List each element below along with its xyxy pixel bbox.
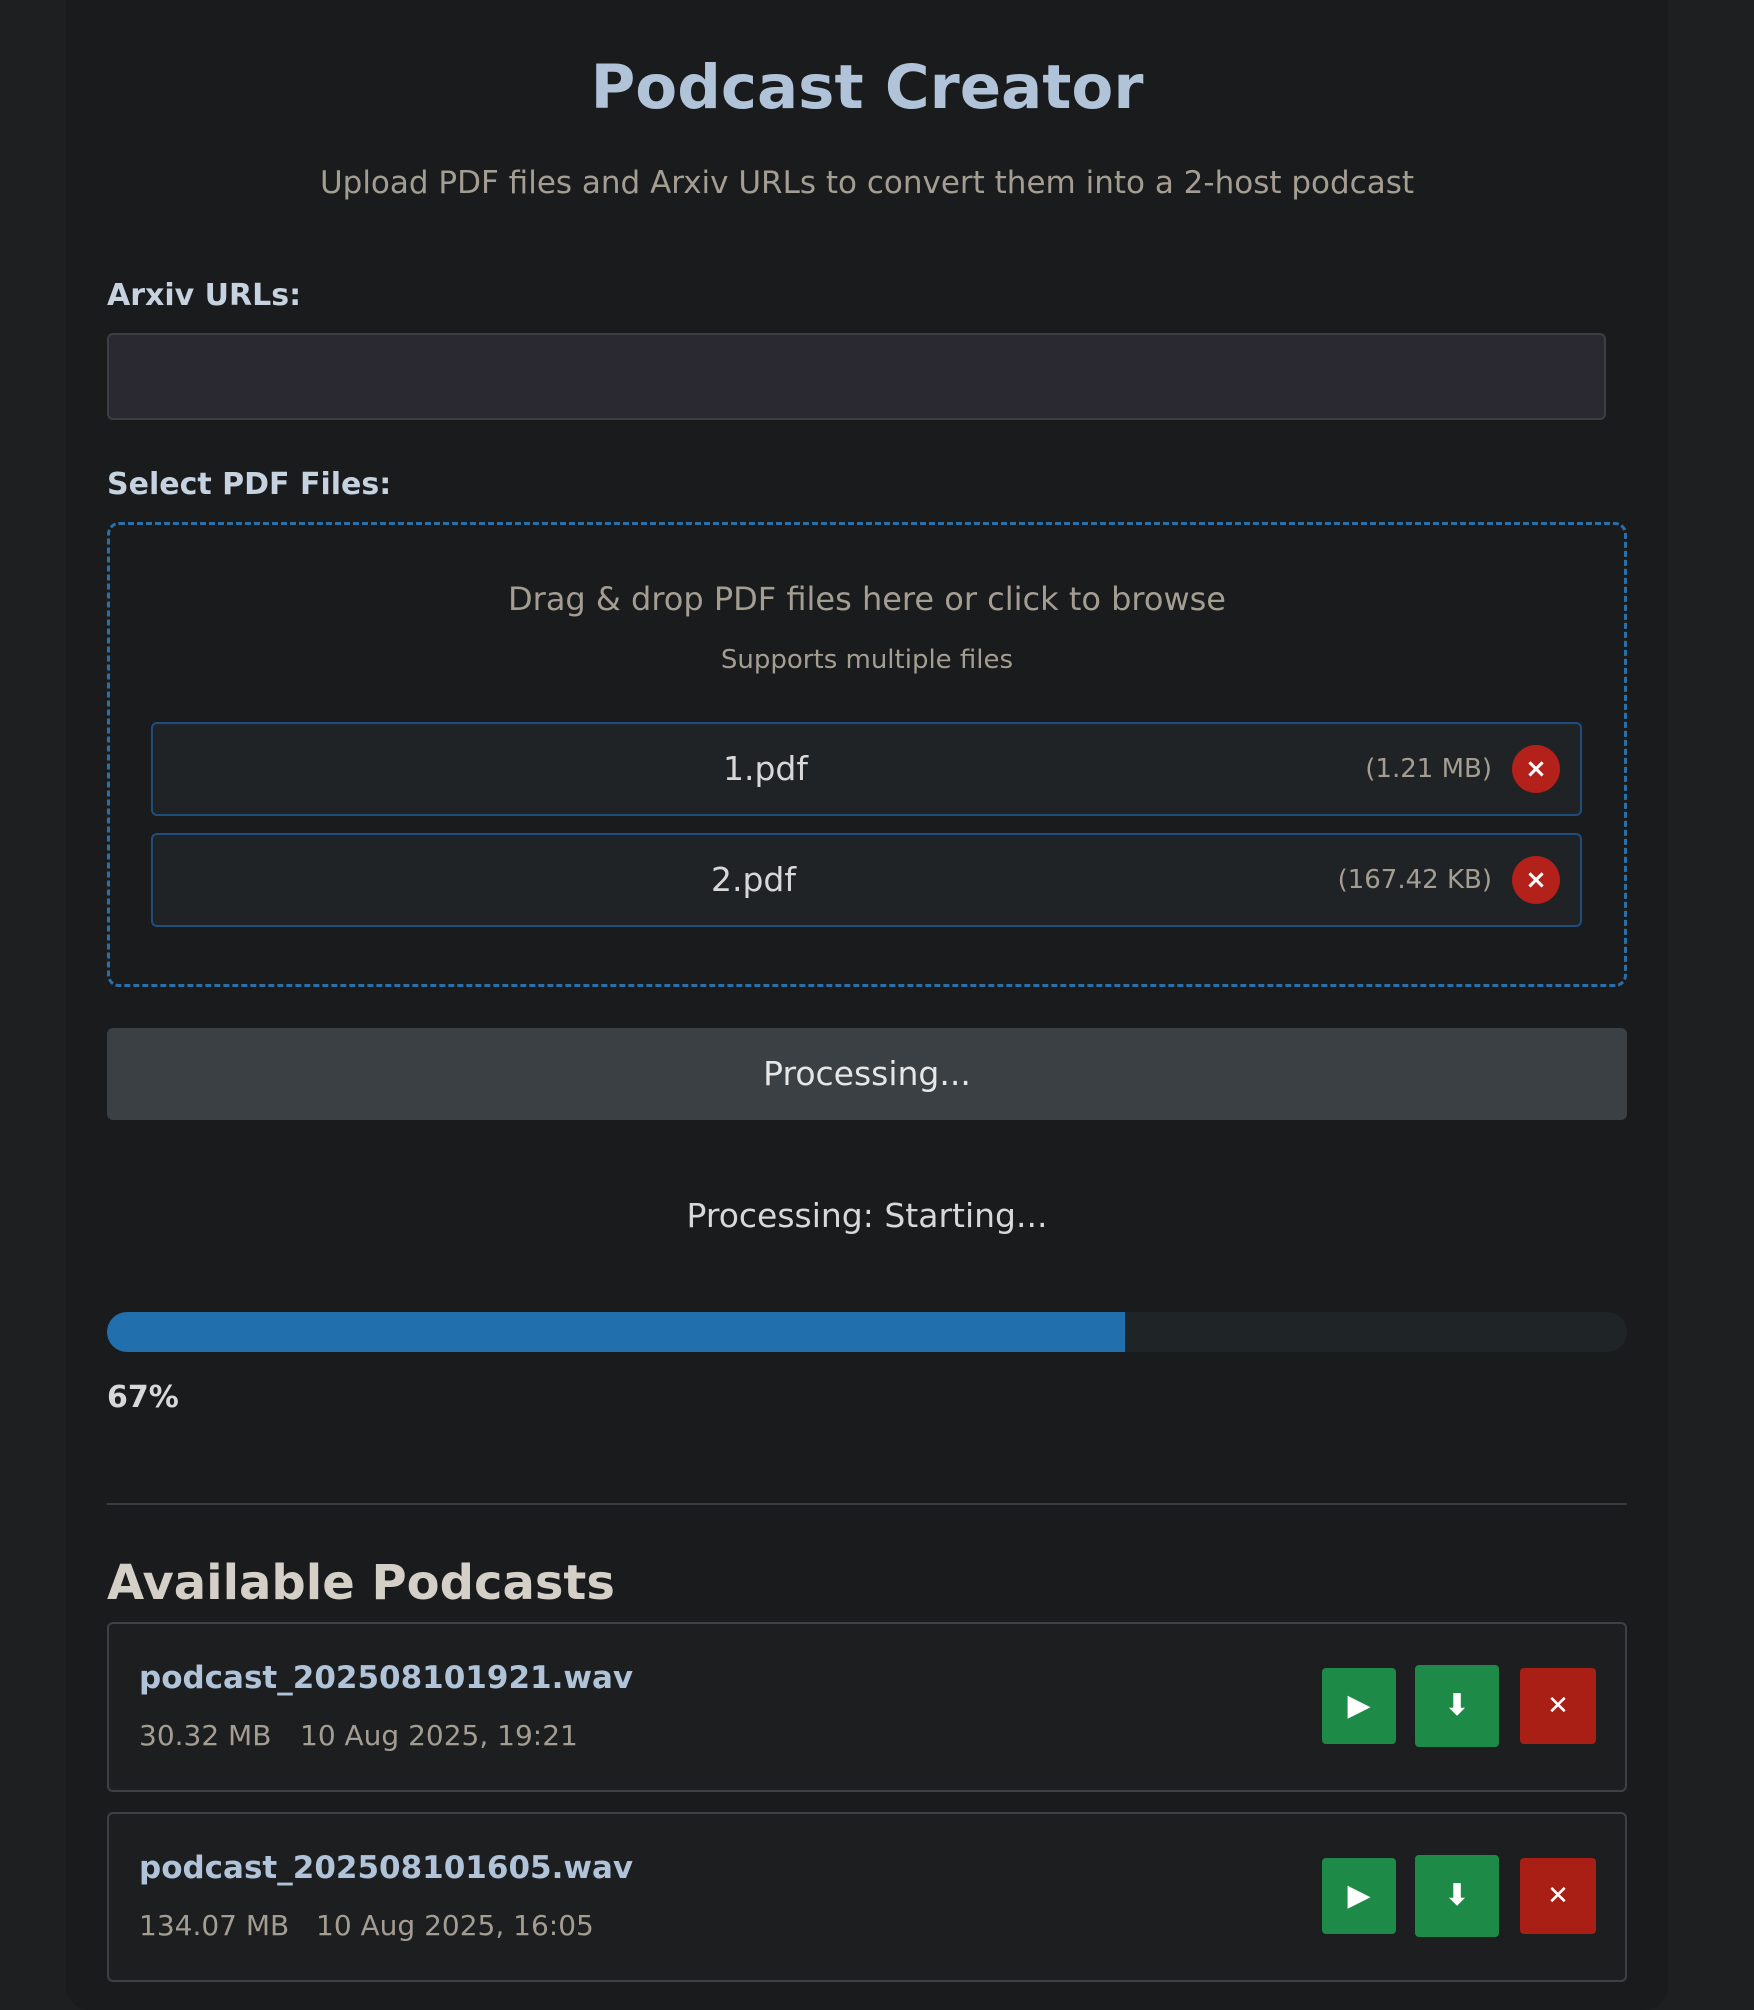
file-size: (1.21 MB): [1365, 754, 1492, 784]
remove-file-button[interactable]: ×: [1512, 856, 1560, 904]
dropzone-subtext: Supports multiple files: [720, 645, 1014, 675]
processing-status: Processing: Starting...: [686, 1196, 1048, 1235]
file-name: 2.pdf: [711, 860, 796, 899]
podcast-date: 10 Aug 2025, 16:05: [316, 1909, 594, 1942]
podcast-name: podcast_202508101921.wav: [139, 1660, 634, 1696]
file-size: (167.42 KB): [1337, 865, 1492, 895]
download-icon: ⬇: [1444, 1878, 1470, 1913]
play-icon: ▶: [1347, 1688, 1371, 1723]
podcast-item: podcast_202508101921.wav 30.32 MB 10 Aug…: [107, 1622, 1627, 1792]
section-divider: [107, 1503, 1627, 1505]
dropzone-instructions: Drag & drop PDF files here or click to b…: [508, 580, 1226, 618]
arxiv-urls-label: Arxiv URLs:: [107, 278, 302, 313]
progress-bar: [107, 1312, 1627, 1352]
delete-button[interactable]: ✕: [1520, 1858, 1596, 1934]
download-button[interactable]: ⬇: [1415, 1855, 1499, 1937]
download-icon: ⬇: [1444, 1688, 1470, 1723]
download-button[interactable]: ⬇: [1415, 1665, 1499, 1747]
podcast-size: 134.07 MB: [139, 1909, 290, 1942]
page-title: Podcast Creator: [590, 52, 1144, 123]
delete-icon: ✕: [1547, 1691, 1569, 1721]
podcast-item: podcast_202508101605.wav 134.07 MB 10 Au…: [107, 1812, 1627, 1982]
play-button[interactable]: ▶: [1322, 1858, 1396, 1934]
podcast-size: 30.32 MB: [139, 1719, 272, 1752]
page-subtitle: Upload PDF files and Arxiv URLs to conve…: [319, 165, 1415, 201]
podcast-date: 10 Aug 2025, 19:21: [300, 1719, 578, 1752]
progress-fill: [107, 1312, 1126, 1352]
play-button[interactable]: ▶: [1322, 1668, 1396, 1744]
file-name: 1.pdf: [723, 749, 808, 788]
delete-button[interactable]: ✕: [1520, 1668, 1596, 1744]
file-item: 1.pdf (1.21 MB) ×: [151, 722, 1582, 816]
remove-file-button[interactable]: ×: [1512, 745, 1560, 793]
play-icon: ▶: [1347, 1878, 1371, 1913]
available-podcasts-title: Available Podcasts: [107, 1555, 615, 1611]
delete-icon: ✕: [1547, 1881, 1569, 1911]
pdf-files-label: Select PDF Files:: [107, 467, 392, 502]
progress-percent: 67%: [107, 1380, 179, 1415]
process-button[interactable]: Processing...: [107, 1028, 1627, 1120]
file-item: 2.pdf (167.42 KB) ×: [151, 833, 1582, 927]
podcast-name: podcast_202508101605.wav: [139, 1850, 634, 1886]
arxiv-urls-input[interactable]: [107, 333, 1606, 420]
